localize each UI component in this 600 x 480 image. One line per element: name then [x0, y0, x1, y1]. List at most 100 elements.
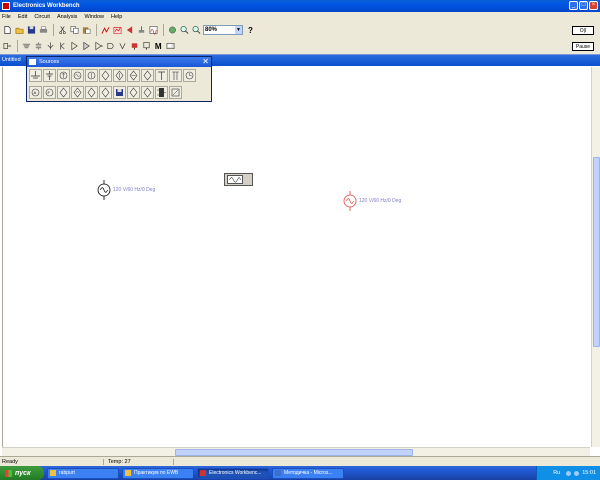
clock[interactable]: 15:01 [582, 470, 596, 476]
svg-text:M: M [155, 42, 162, 51]
circuit-canvas[interactable] [2, 67, 590, 447]
favorites-icon[interactable] [2, 41, 13, 52]
basic-bin-icon[interactable] [33, 41, 44, 52]
close-button[interactable]: × [589, 1, 598, 10]
piecewise-linear-source-icon[interactable] [113, 86, 126, 99]
digital-ics-bin-icon[interactable] [93, 41, 104, 52]
status-bar: Ready Temp: 27 [0, 456, 600, 466]
vertical-scrollbar[interactable] [591, 67, 600, 447]
power-switch[interactable]: O|I [572, 26, 594, 35]
new-file-icon[interactable] [2, 25, 13, 36]
nonlinear-dependent-source-icon[interactable] [169, 86, 182, 99]
status-temperature: Temp: 27 [104, 458, 174, 465]
source-2-label: 120 V/60 Hz/0 Deg [359, 198, 402, 204]
battery-icon[interactable] [43, 69, 56, 82]
ac-current-source-icon[interactable] [85, 69, 98, 82]
polynomial-source-icon[interactable] [155, 86, 168, 99]
controls-bin-icon[interactable] [141, 41, 152, 52]
logic-gates-bin-icon[interactable] [105, 41, 116, 52]
vccs-icon[interactable] [113, 69, 126, 82]
maximize-button[interactable]: □ [579, 1, 588, 10]
cccs-icon[interactable] [127, 69, 140, 82]
palette-close-icon[interactable]: ✕ [202, 57, 209, 67]
parts-toolbar: M [0, 38, 600, 54]
menu-analysis[interactable]: Analysis [57, 14, 77, 20]
instruments-bin-icon[interactable] [165, 41, 176, 52]
ccvs-icon[interactable] [141, 69, 154, 82]
zoom-select[interactable]: 80% ▼ [203, 25, 243, 35]
indicators-bin-icon[interactable] [129, 41, 140, 52]
chevron-down-icon[interactable]: ▼ [235, 26, 242, 34]
language-indicator[interactable]: Ru [553, 470, 560, 476]
voltage-controlled-square-icon[interactable] [85, 86, 98, 99]
taskbar-item-label: Практикум по EWB [134, 470, 179, 476]
fm-source-icon[interactable]: F [43, 86, 56, 99]
taskbar-item[interactable]: Практикум по EWB [122, 467, 194, 479]
transistors-bin-icon[interactable] [57, 41, 68, 52]
paste-icon[interactable] [81, 25, 92, 36]
system-tray: Ru 15:01 [536, 466, 600, 480]
am-source-icon[interactable]: A [29, 86, 42, 99]
vdd-source-icon[interactable] [169, 69, 182, 82]
start-button[interactable]: пуск [0, 466, 44, 480]
horizontal-scroll-thumb[interactable] [175, 449, 413, 456]
volume-icon[interactable] [574, 470, 580, 476]
analog-ics-bin-icon[interactable] [69, 41, 80, 52]
miscellaneous-bin-icon[interactable]: M [153, 41, 164, 52]
zoom-out-icon[interactable] [191, 25, 202, 36]
menu-help[interactable]: Help [111, 14, 122, 20]
taskbar-item-label: rabpurt [59, 470, 75, 476]
description-icon[interactable] [148, 25, 159, 36]
taskbar-item-label: Методичка - Micros... [284, 470, 333, 476]
taskbar-item[interactable]: rabpurt [47, 467, 119, 479]
create-subcircuit-icon[interactable] [136, 25, 147, 36]
zoom-value: 80% [205, 27, 218, 33]
menu-window[interactable]: Window [84, 14, 104, 20]
copy-icon[interactable] [69, 25, 80, 36]
zoom-in-icon[interactable] [179, 25, 190, 36]
vertical-scroll-thumb[interactable] [593, 157, 600, 347]
digital-bin-icon[interactable] [117, 41, 128, 52]
voltage-controlled-piecewise-icon[interactable] [127, 86, 140, 99]
taskbar-item-label: Electronics Workbenc... [209, 470, 262, 476]
ground-icon[interactable] [29, 69, 42, 82]
vcc-source-icon[interactable] [155, 69, 168, 82]
horizontal-scrollbar[interactable] [2, 447, 590, 456]
svg-text:A: A [34, 90, 37, 95]
diodes-bin-icon[interactable] [45, 41, 56, 52]
ac-voltage-source-1[interactable] [96, 180, 112, 200]
taskbar-item-active[interactable]: Electronics Workbenc... [197, 467, 269, 479]
taskbar-item[interactable]: Методичка - Micros... [272, 467, 344, 479]
sources-bin-icon[interactable] [21, 41, 32, 52]
parts-bin-icon[interactable] [167, 25, 178, 36]
source-1-label: 120 V/60 Hz/0 Deg [113, 187, 156, 193]
menu-edit[interactable]: Edit [18, 14, 27, 20]
vcvs-icon[interactable] [99, 69, 112, 82]
function-generator-instrument[interactable] [224, 173, 253, 186]
minimize-button[interactable]: _ [569, 1, 578, 10]
voltage-controlled-triangle-icon[interactable] [71, 86, 84, 99]
cut-icon[interactable] [57, 25, 68, 36]
network-icon[interactable] [566, 470, 572, 476]
open-folder-icon[interactable] [14, 25, 25, 36]
save-icon[interactable] [26, 25, 37, 36]
ac-voltage-source-icon[interactable] [71, 69, 84, 82]
component-properties-icon[interactable] [124, 25, 135, 36]
graph-icon[interactable] [100, 25, 111, 36]
controlled-one-shot-icon[interactable] [99, 86, 112, 99]
frequency-shift-keying-icon[interactable] [141, 86, 154, 99]
menu-file[interactable]: File [2, 14, 11, 20]
help-button[interactable]: ? [248, 26, 253, 35]
palette-title: Sources [39, 59, 60, 65]
print-icon[interactable] [38, 25, 49, 36]
pause-button[interactable]: Pause [572, 42, 594, 51]
clock-source-icon[interactable] [183, 69, 196, 82]
instrument-screen [227, 175, 243, 184]
dc-current-source-icon[interactable] [57, 69, 70, 82]
mixed-ics-bin-icon[interactable] [81, 41, 92, 52]
menu-circuit[interactable]: Circuit [34, 14, 50, 20]
analysis-graph-icon[interactable] [112, 25, 123, 36]
ac-voltage-source-2[interactable] [342, 191, 358, 211]
voltage-controlled-sine-icon[interactable] [57, 86, 70, 99]
palette-title-bar[interactable]: Sources ✕ [27, 57, 211, 67]
